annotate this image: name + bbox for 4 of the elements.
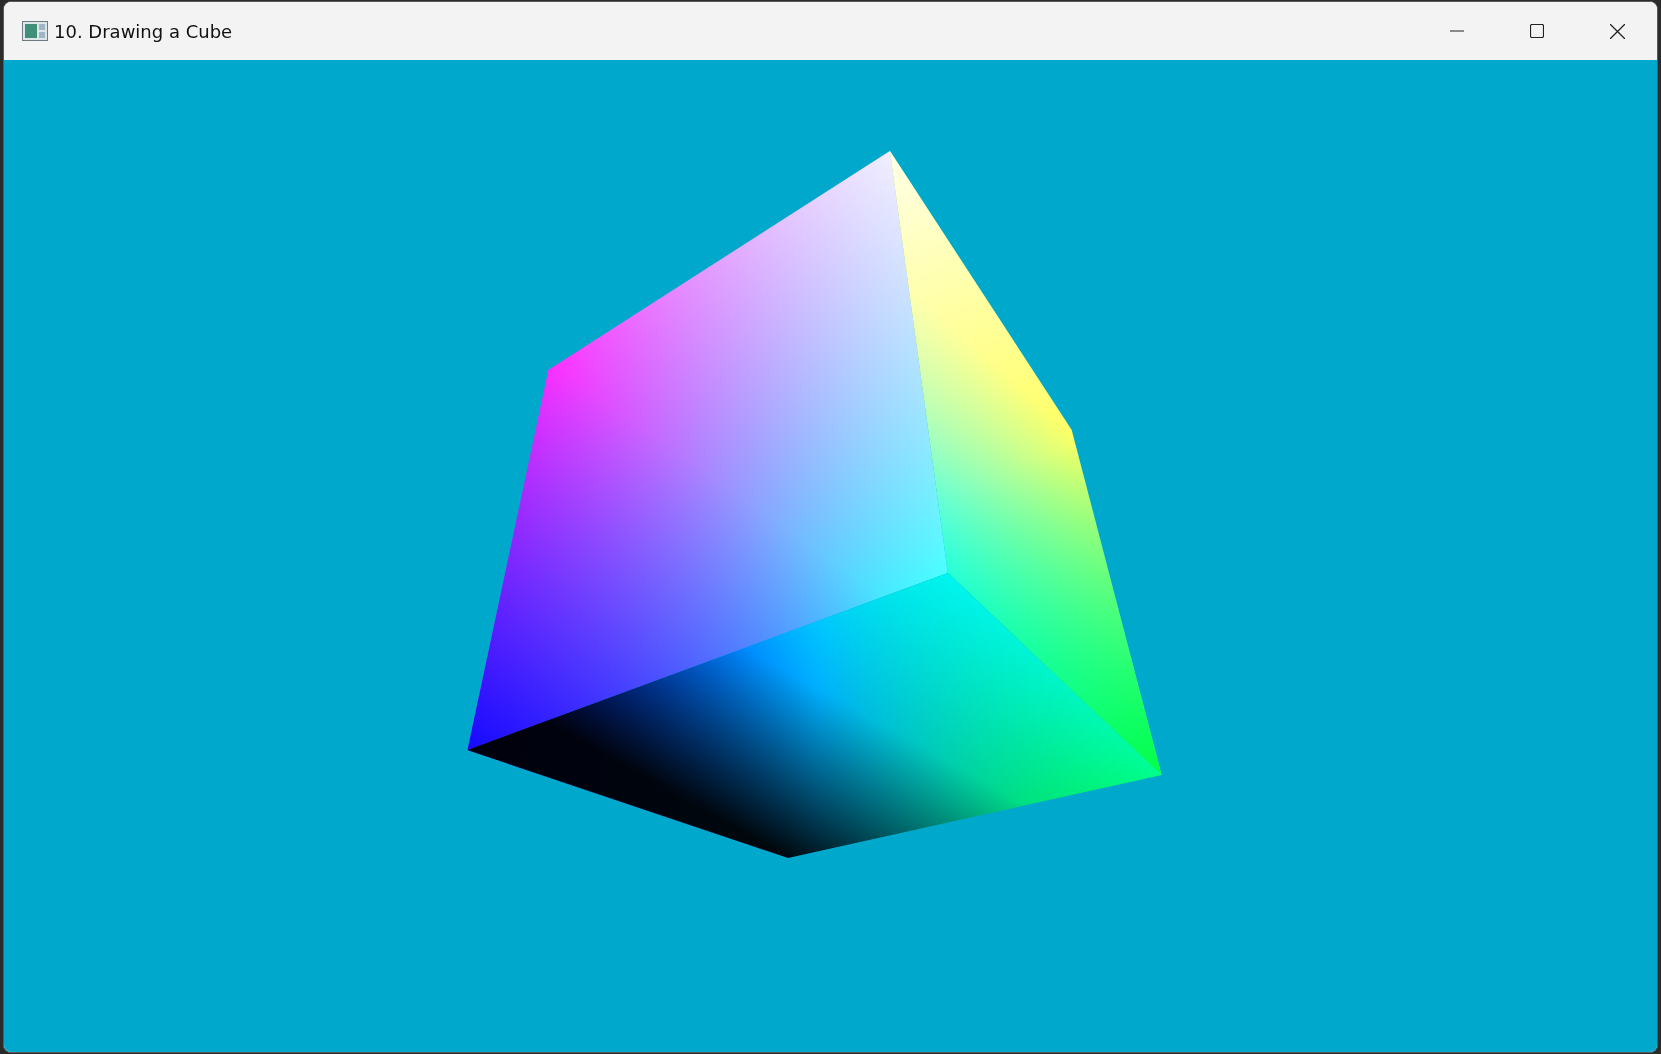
maximize-icon bbox=[1530, 24, 1544, 38]
close-icon bbox=[1609, 23, 1625, 39]
window-title: 10. Drawing a Cube bbox=[54, 20, 233, 42]
app-icon bbox=[22, 21, 48, 41]
